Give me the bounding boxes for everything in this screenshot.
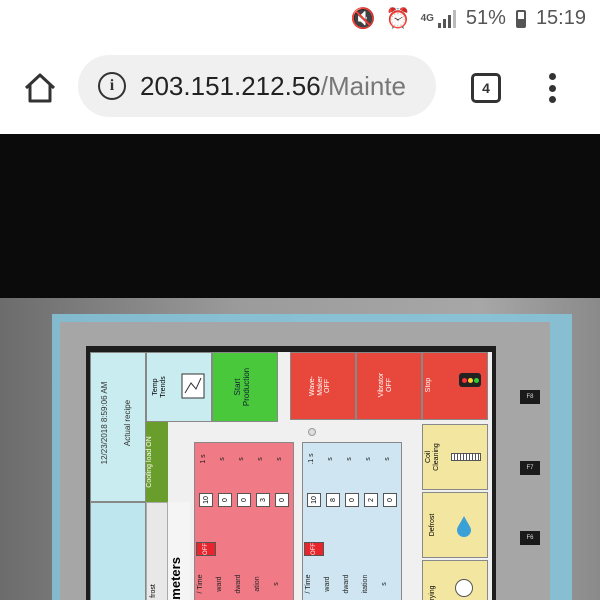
hmi-screen: 12/23/2018 8:59:06 AM Actual recipe Temp…: [86, 346, 496, 600]
param-label-left: dward: [235, 574, 242, 594]
drying-icon: [455, 579, 473, 597]
network-type: 4G: [420, 12, 434, 24]
cooling-status: Cooling load ON: [146, 422, 168, 502]
param-unit-left: s: [257, 457, 264, 461]
param-value-left[interactable]: 0: [218, 493, 232, 507]
param-unit-left: s: [276, 457, 283, 461]
param-unit-left: 1 s: [200, 454, 207, 464]
off-toggle-left[interactable]: OFF: [196, 542, 216, 556]
start-production-button[interactable]: Start Production: [212, 352, 278, 422]
info-icon[interactable]: i: [98, 72, 126, 100]
page-header-dark: [0, 134, 600, 298]
param-value-left[interactable]: 0: [237, 493, 251, 507]
parameters-label: ameters: [168, 557, 183, 600]
defrost-button[interactable]: Defrost: [422, 492, 488, 558]
coil-cleaning-label: Coil Cleaning: [425, 443, 440, 471]
fkey-f7[interactable]: F7: [520, 461, 540, 475]
param-unit-right: s: [327, 457, 334, 461]
url-host: 203.151.212.56: [140, 70, 321, 101]
stop-button[interactable]: Stop: [422, 352, 488, 420]
battery-percent: 51%: [465, 7, 506, 29]
battery-icon: [515, 9, 526, 28]
param-label-right: s: [381, 582, 388, 586]
mute-icon: 🔇: [350, 7, 376, 30]
param-unit-left: s: [219, 457, 226, 461]
parameters-header: ameters: [168, 502, 190, 600]
address-bar[interactable]: i 203.151.212.56/Mainte: [78, 55, 436, 117]
temp-trends-label: Temp Trends: [152, 376, 167, 398]
param-unit-right: s: [365, 457, 372, 461]
fkey-f6[interactable]: F6: [520, 531, 540, 545]
alarm-icon: ⏰: [385, 7, 411, 30]
hmi-photo: F8 F7 F6 12/23/2018 8:59:06 AM Actual re…: [0, 298, 600, 600]
param-value-right[interactable]: 8: [326, 493, 340, 507]
param-label-left: s: [273, 582, 280, 586]
coil-cleaning-button[interactable]: Coil Cleaning: [422, 424, 488, 490]
param-label-right: dward: [343, 574, 350, 594]
parameter-table-left: / Time 10 1 s ward 0 s dward 0 s ation 3 s s 0 s OFF: [194, 442, 294, 600]
param-unit-right: s: [384, 457, 391, 461]
param-label-left: ward: [216, 576, 223, 592]
coil-icon: [451, 453, 481, 461]
water-drop-icon: [457, 516, 471, 537]
temp-trends-button[interactable]: Temp Trends: [146, 352, 212, 422]
param-unit-right: s: [346, 457, 353, 461]
param-value-right[interactable]: 0: [383, 493, 397, 507]
param-label-right: ward: [324, 576, 331, 592]
info-panel: 12/23/2018 8:59:06 AM Actual recipe: [90, 352, 146, 502]
drying-button[interactable]: rying: [422, 560, 488, 600]
param-label-right: / Time: [305, 574, 312, 594]
wave-maker-button[interactable]: Wave- Maker OFF: [290, 352, 356, 420]
param-label-left: / Time: [197, 574, 204, 594]
start-production-label: Start Production: [233, 367, 251, 407]
chart-trend-icon: [181, 373, 205, 399]
defrost-left-label: frost: [150, 584, 157, 598]
clock: 15:19: [535, 7, 586, 29]
tab-switcher-button[interactable]: 4: [471, 73, 501, 103]
drying-label: rying: [429, 585, 436, 600]
param-value-right[interactable]: 0: [345, 493, 359, 507]
traffic-light-icon: [459, 373, 481, 387]
cooling-label: Cooling load ON: [146, 436, 153, 488]
fkey-f8[interactable]: F8: [520, 390, 540, 404]
stop-label: Stop: [425, 377, 432, 393]
overflow-menu-icon[interactable]: [540, 70, 564, 106]
param-value-left[interactable]: 10: [199, 493, 213, 507]
actual-recipe-label: Actual recipe: [123, 399, 132, 447]
browser-toolbar: i 203.151.212.56/Mainte 4: [0, 40, 600, 134]
status-bar: 🔇 ⏰ 4G 51% 15:19: [0, 0, 600, 40]
param-value-left[interactable]: 3: [256, 493, 270, 507]
home-icon[interactable]: [22, 70, 58, 106]
defrost-label: Defrost: [429, 513, 436, 537]
param-value-right[interactable]: 10: [307, 493, 321, 507]
param-unit-left: s: [238, 457, 245, 461]
vibrator-button[interactable]: Vibrator OFF: [356, 352, 422, 420]
defrost-left-cell: frost: [146, 502, 168, 600]
wave-maker-label: Wave- Maker OFF: [309, 376, 332, 396]
parameter-table-right: / Time 10 .1 s ward 8 s dward 0 s itation 2 s s 0 s OFF: [302, 442, 402, 600]
datetime-label: 12/23/2018 8:59:06 AM: [100, 381, 109, 465]
left-lower-panel: [90, 502, 146, 600]
param-value-right[interactable]: 2: [364, 493, 378, 507]
param-value-left[interactable]: 0: [275, 493, 289, 507]
url-path: /Mainte: [320, 70, 406, 101]
param-unit-right: .1 s: [308, 453, 315, 465]
param-label-left: ation: [254, 576, 261, 592]
signal-icon: [437, 9, 456, 28]
indicator-dot: [308, 428, 316, 436]
off-toggle-right[interactable]: OFF: [304, 542, 324, 556]
param-label-right: itation: [362, 574, 369, 594]
vibrator-label: Vibrator OFF: [378, 372, 393, 398]
